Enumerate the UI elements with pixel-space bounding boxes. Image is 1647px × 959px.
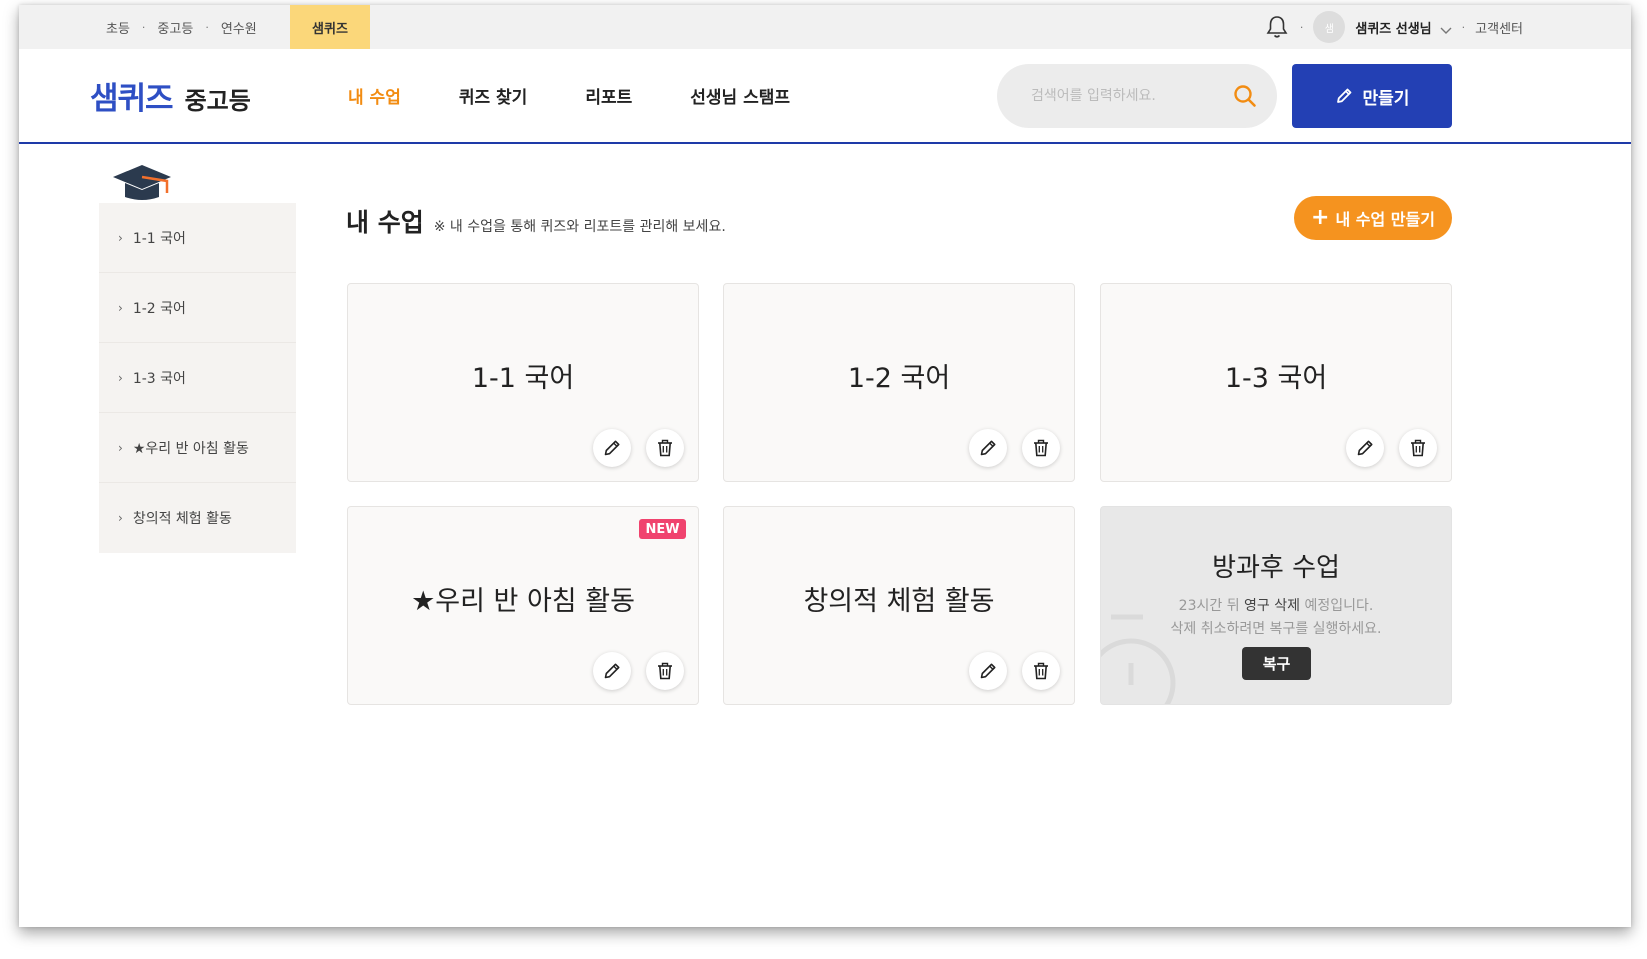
pencil-icon: [1336, 88, 1351, 103]
site-link-training[interactable]: 연수원: [221, 18, 257, 37]
user-area: · 샘 샘퀴즈 선생님 · 고객센터: [1264, 5, 1523, 49]
chevron-right-icon: ›: [118, 370, 123, 385]
sidebar-item-label: ★우리 반 아침 활동: [132, 440, 249, 457]
sidebar-item-label: 1-1 국어: [132, 230, 186, 247]
class-card[interactable]: 1-2 국어: [723, 283, 1075, 482]
class-card[interactable]: 창의적 체험 활동: [723, 506, 1075, 705]
separator-dot: ·: [141, 20, 146, 34]
separator-dot: ·: [1299, 20, 1304, 34]
sidebar-item[interactable]: › 1-3 국어: [99, 343, 296, 413]
deleted-card-title: 방과후 수업: [1212, 553, 1340, 583]
pencil-icon[interactable]: [969, 652, 1007, 690]
trash-icon[interactable]: [1022, 429, 1060, 467]
avatar[interactable]: 샘: [1313, 11, 1346, 43]
deleted-class-card: 방과후 수업 23시간 뒤 영구 삭제 예정입니다. 삭제 취소하려면 복구를 …: [1100, 506, 1452, 705]
logo-subtext: 중고등: [184, 87, 251, 115]
site-links: 초등 · 중고등 · 연수원: [19, 5, 257, 49]
site-link-secondary[interactable]: 중고등: [157, 18, 193, 37]
site-logo[interactable]: 샘퀴즈 중고등: [90, 73, 251, 118]
main-nav: 내 수업 퀴즈 찾기 리포트 선생님 스탬프: [348, 49, 848, 142]
chevron-right-icon: ›: [118, 440, 123, 455]
search-input[interactable]: [1031, 88, 1221, 104]
add-class-button[interactable]: + 내 수업 만들기: [1294, 196, 1452, 240]
page-title-area: 내 수업 ※ 내 수업을 통해 퀴즈와 리포트를 관리해 보세요.: [346, 203, 726, 239]
search-box: [997, 64, 1277, 128]
nav-report[interactable]: 리포트: [585, 83, 632, 108]
pencil-icon[interactable]: [593, 652, 631, 690]
card-actions: [578, 429, 684, 467]
sidebar-item[interactable]: › 창의적 체험 활동: [99, 483, 296, 553]
page-title: 내 수업: [346, 208, 424, 237]
trash-icon[interactable]: [1022, 652, 1060, 690]
logo-text: 샘퀴즈: [90, 81, 174, 117]
chevron-down-icon[interactable]: [1440, 21, 1452, 34]
bell-icon[interactable]: [1264, 14, 1290, 40]
search-icon[interactable]: [1233, 84, 1257, 108]
delete-notice: 23시간 뒤 영구 삭제 예정입니다.: [1178, 598, 1374, 614]
class-card-title: 1-1 국어: [471, 363, 575, 394]
nav-teacher-stamp[interactable]: 선생님 스탬프: [690, 83, 790, 108]
card-actions: [954, 429, 1060, 467]
chevron-right-icon: ›: [118, 230, 123, 245]
class-card[interactable]: NEW ★우리 반 아침 활동: [347, 506, 699, 705]
card-actions: [1331, 429, 1437, 467]
main-header: 샘퀴즈 중고등 내 수업 퀴즈 찾기 리포트 선생님 스탬프 만들기: [19, 49, 1631, 144]
nav-my-class[interactable]: 내 수업: [348, 83, 401, 108]
new-badge: NEW: [639, 519, 686, 539]
browser-window: 초등 · 중고등 · 연수원 샘퀴즈 · 샘 샘퀴즈 선생님 · 고객센터 샘퀴…: [19, 5, 1631, 927]
trash-icon[interactable]: [1399, 429, 1437, 467]
trash-icon[interactable]: [646, 429, 684, 467]
trash-icon[interactable]: [646, 652, 684, 690]
class-card-title: 1-3 국어: [1224, 363, 1328, 394]
make-button[interactable]: 만들기: [1292, 64, 1452, 128]
utility-bar: 초등 · 중고등 · 연수원 샘퀴즈 · 샘 샘퀴즈 선생님 · 고객센터: [19, 5, 1631, 49]
class-card-title: 창의적 체험 활동: [803, 586, 995, 617]
restore-button[interactable]: 복구: [1242, 647, 1311, 680]
sidebar-item-label: 창의적 체험 활동: [132, 511, 232, 527]
user-name[interactable]: 샘퀴즈 선생님: [1355, 18, 1431, 37]
sidebar-item-label: 1-3 국어: [132, 370, 186, 387]
site-link-samquiz[interactable]: 샘퀴즈: [290, 5, 370, 49]
graduation-cap-icon: [111, 163, 173, 205]
pencil-icon[interactable]: [969, 429, 1007, 467]
class-card[interactable]: 1-1 국어: [347, 283, 699, 482]
nav-find-quiz[interactable]: 퀴즈 찾기: [459, 83, 527, 108]
class-card[interactable]: 1-3 국어: [1100, 283, 1452, 482]
class-card-title: ★우리 반 아침 활동: [411, 586, 635, 617]
add-class-label: 내 수업 만들기: [1335, 210, 1435, 229]
separator-dot: ·: [1461, 20, 1466, 34]
sidebar-item[interactable]: › ★우리 반 아침 활동: [99, 413, 296, 483]
page-note: ※ 내 수업을 통해 퀴즈와 리포트를 관리해 보세요.: [433, 219, 726, 235]
plus-icon: +: [1311, 205, 1330, 230]
class-card-title: 1-2 국어: [847, 363, 951, 394]
chevron-right-icon: ›: [118, 300, 123, 315]
separator-dot: ·: [205, 20, 209, 34]
card-actions: [954, 652, 1060, 690]
sidebar-item[interactable]: › 1-1 국어: [99, 203, 296, 273]
pencil-icon[interactable]: [593, 429, 631, 467]
chevron-right-icon: ›: [118, 511, 123, 525]
make-button-label: 만들기: [1362, 88, 1410, 109]
restore-hint: 삭제 취소하려면 복구를 실행하세요.: [1170, 621, 1382, 637]
sidebar-item-label: 1-2 국어: [132, 300, 186, 317]
site-link-elementary[interactable]: 초등: [106, 18, 130, 37]
sidebar-item[interactable]: › 1-2 국어: [99, 273, 296, 343]
support-link[interactable]: 고객센터: [1475, 18, 1523, 37]
class-sidebar: › 1-1 국어 › 1-2 국어 › 1-3 국어 › ★우리 반 아침 활동 › 창의…: [99, 203, 296, 553]
card-actions: [578, 652, 684, 690]
pencil-icon[interactable]: [1346, 429, 1384, 467]
